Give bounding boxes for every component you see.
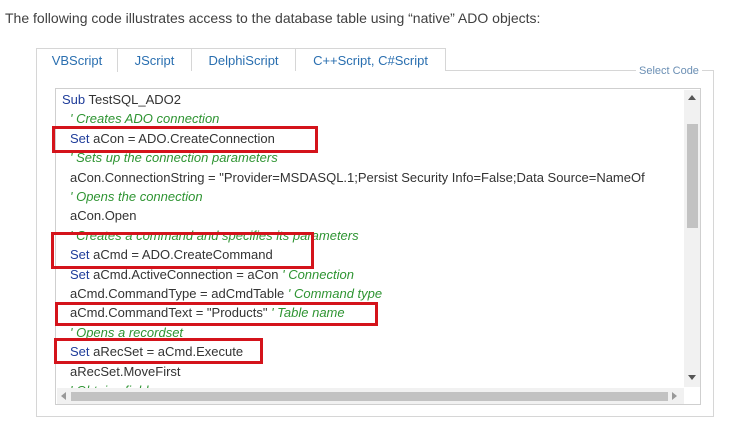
highlight-box-command-text	[55, 302, 378, 326]
code-line: aCon.ConnectionString = "Provider=MSDASQ…	[70, 168, 645, 187]
code-line: aRecSet.MoveFirst	[70, 362, 181, 381]
code-keyword: Sub	[62, 92, 86, 107]
code-line: Sub TestSQL_ADO2	[62, 90, 181, 109]
tab-jscript[interactable]: JScript	[117, 48, 192, 71]
vertical-scroll-thumb[interactable]	[687, 124, 698, 228]
tab-vbscript[interactable]: VBScript	[36, 48, 118, 72]
code-line: aCon.Open	[70, 206, 137, 225]
highlight-box-set-acmd	[51, 232, 314, 269]
code-comment: ' Creates ADO connection	[70, 111, 220, 127]
code-text: aCon.Open	[70, 208, 137, 224]
highlight-box-set-arecset	[54, 338, 263, 364]
scroll-up-arrow-icon[interactable]	[688, 95, 696, 100]
code-text: aCmd.CommandType = adCmdTable	[70, 286, 288, 301]
tab-delphiscript[interactable]: DelphiScript	[191, 48, 296, 71]
tab-cppscript-csharpscript[interactable]: C++Script, C#Script	[295, 48, 446, 71]
intro-text: The following code illustrates access to…	[5, 10, 541, 26]
code-comment: ' Command type	[287, 286, 383, 301]
select-code-link[interactable]: Select Code	[636, 64, 702, 78]
highlight-box-set-acon	[52, 126, 318, 153]
scroll-down-arrow-icon[interactable]	[688, 375, 696, 380]
scroll-left-arrow-icon[interactable]	[61, 392, 66, 400]
code-text: TestSQL_ADO2	[85, 92, 182, 107]
code-line: aCmd.CommandType = adCmdTable ' Command …	[70, 284, 382, 303]
code-text: aRecSet.MoveFirst	[70, 363, 181, 379]
code-line: ' Opens the connection	[70, 187, 203, 206]
code-comment: ' Opens the connection	[70, 189, 203, 204]
horizontal-scroll-thumb[interactable]	[71, 392, 668, 401]
code-text: aCon.ConnectionString = "Provider=MSDASQ…	[70, 169, 645, 185]
scroll-right-arrow-icon[interactable]	[672, 392, 677, 400]
